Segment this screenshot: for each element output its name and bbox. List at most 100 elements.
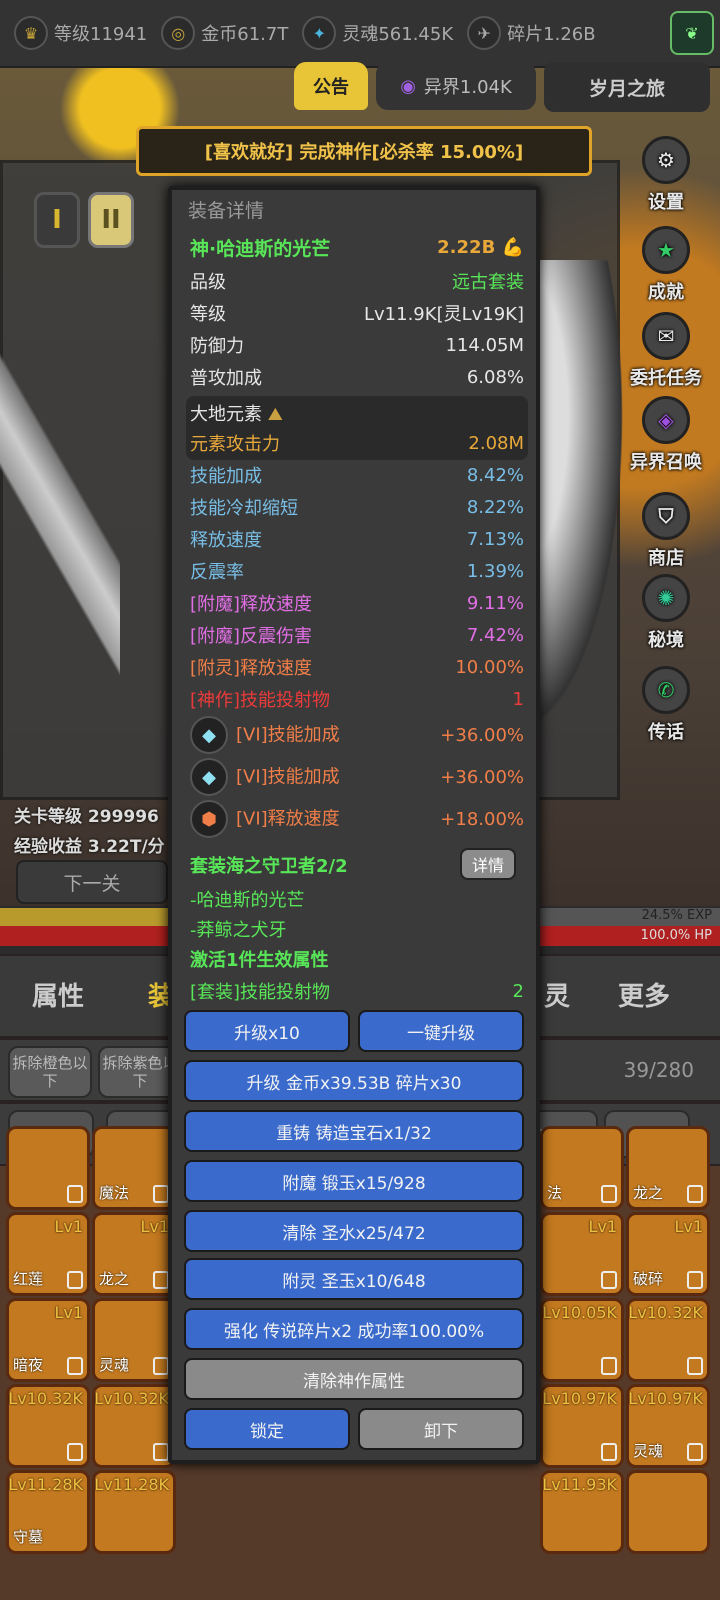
inventory-item[interactable]: Lv11.93K [540, 1470, 624, 1554]
side-settings[interactable]: ⚙ 设置 [612, 136, 720, 214]
scroll-icon: ✉ [642, 312, 690, 360]
megaphone-icon: ✆ [642, 666, 690, 714]
stat-row: 元素攻击力 2.08M [190, 432, 524, 456]
xp-bar-fill [0, 908, 172, 926]
inventory-item[interactable]: Lv1 龙之 [92, 1212, 176, 1296]
sword-art [0, 240, 120, 760]
inventory-item[interactable]: Lv1 [540, 1212, 624, 1296]
spirit-button[interactable]: 附灵 圣玉x10/648 [184, 1258, 524, 1300]
inventory-item[interactable]: Lv10.32K [92, 1384, 176, 1468]
lock-icon [67, 1271, 83, 1289]
lock-icon [601, 1185, 617, 1203]
inventory-item[interactable]: Lv11.28K 守墓 [6, 1470, 90, 1554]
reforge-button[interactable]: 重铸 铸造宝石x1/32 [184, 1110, 524, 1152]
enchant-button[interactable]: 附魔 锻玉x15/928 [184, 1160, 524, 1202]
page-tab-1[interactable]: I [34, 192, 80, 248]
page-tab-2[interactable]: II [88, 192, 134, 248]
lock-icon [687, 1443, 703, 1461]
side-message[interactable]: ✆ 传话 [612, 666, 720, 744]
one-click-upgrade-button[interactable]: 一键升级 [358, 1010, 524, 1052]
player-level: ♛ 等级11941 [14, 16, 147, 50]
inventory-item[interactable]: Lv1 红莲 [6, 1212, 90, 1296]
set-detail-button[interactable]: 详情 [460, 848, 516, 880]
upgrade-button[interactable]: 升级 金币x39.53B 碎片x30 [184, 1060, 524, 1102]
earth-element-icon: ⛰ [267, 404, 283, 425]
lock-icon [687, 1271, 703, 1289]
enchant-row: [附魔]释放速度 9.11% [190, 592, 524, 616]
stat-row: 防御力 114.05M [190, 334, 524, 358]
stage-level: 关卡等级 299996 [14, 807, 159, 827]
tab-more[interactable]: 更多 [618, 976, 670, 1013]
notice-tab[interactable]: 公告 [294, 62, 368, 110]
next-stage-button[interactable]: 下一关 [16, 860, 168, 904]
shard-icon: ✈ [467, 16, 502, 50]
lock-icon [601, 1357, 617, 1375]
inventory-item[interactable]: Lv10.05K [540, 1298, 624, 1382]
stat-row: 技能冷却缩短 8.22% [190, 496, 524, 520]
stat-row: 反震率 1.39% [190, 560, 524, 584]
otherworld-tab[interactable]: ◉ 异界1.04K [376, 62, 536, 110]
stat-row: 释放速度 7.13% [190, 528, 524, 552]
lock-icon [153, 1357, 169, 1375]
leaf-button[interactable]: ❦ [670, 11, 714, 55]
inventory-item[interactable]: Lv10.32K [6, 1384, 90, 1468]
side-commissions[interactable]: ✉ 委托任务 [612, 312, 720, 390]
inventory-item[interactable]: Lv10.97K [540, 1384, 624, 1468]
stat-row: 普攻加成 6.08% [190, 366, 524, 390]
remove-orange-button[interactable]: 拆除橙色以下 [8, 1046, 92, 1098]
inventory-item[interactable]: 魔法 [92, 1126, 176, 1210]
star-icon: ★ [642, 226, 690, 274]
announcement-banner: [喜欢就好] 完成神作[必杀率 15.00%] [136, 126, 592, 176]
inventory-count: 39/280 [623, 1058, 694, 1082]
gem-row: ◆ [VI]技能加成 +36.00% [190, 714, 524, 756]
stat-row: 等级 Lv11.9K[灵Lv19K] [190, 304, 524, 325]
lock-icon [67, 1185, 83, 1203]
lock-icon [153, 1271, 169, 1289]
set-bonus-row: [套装]技能投射物 2 [190, 980, 524, 1004]
journey-tab[interactable]: 岁月之旅 [544, 62, 710, 112]
side-secret-realm[interactable]: ✺ 秘境 [612, 574, 720, 652]
side-achievements[interactable]: ★ 成就 [612, 226, 720, 304]
strengthen-button[interactable]: 强化 传说碎片x2 成功率100.00% [184, 1308, 524, 1350]
lock-icon [153, 1443, 169, 1461]
item-power: 2.22B 💪 [437, 236, 524, 258]
item-header: 神·哈迪斯的光芒 2.22B 💪 [190, 232, 524, 262]
side-summon[interactable]: ◈ 异界召唤 [612, 396, 720, 474]
lock-icon [601, 1443, 617, 1461]
leaf-icon: ❦ [670, 11, 714, 55]
side-shop[interactable]: ⛉ 商店 [612, 492, 720, 570]
soul-currency: ✦ 灵魂561.45K [302, 16, 453, 50]
set-item-row: -哈迪斯的光芒 [190, 890, 305, 911]
lock-button[interactable]: 锁定 [184, 1408, 350, 1450]
inventory-item[interactable]: Lv1 破碎 [626, 1212, 710, 1296]
xp-text: 24.5% EXP [641, 908, 712, 923]
inventory-item[interactable] [6, 1126, 90, 1210]
inventory-item[interactable]: Lv11.28K [92, 1470, 176, 1554]
stat-row: 技能加成 8.42% [190, 464, 524, 488]
inventory-item[interactable]: 龙之 [626, 1126, 710, 1210]
inventory-item[interactable]: 法 [540, 1126, 624, 1210]
realm-icon: ✺ [642, 574, 690, 622]
artifact-row: [神作]技能投射物 1 [190, 688, 524, 712]
spirit-row: [附灵]释放速度 10.00% [190, 656, 524, 680]
inventory-item[interactable]: Lv1 暗夜 [6, 1298, 90, 1382]
portal-icon: ◉ [400, 75, 416, 97]
stat-row: 品级 远古套装 [190, 272, 524, 293]
modal-title: 装备详情 [188, 200, 265, 222]
item-name: 神·哈迪斯的光芒 [190, 237, 331, 260]
inventory-item[interactable] [626, 1470, 710, 1554]
lock-icon [67, 1357, 83, 1375]
tab-spirit[interactable]: 灵 [544, 976, 570, 1013]
tab-attributes[interactable]: 属性 [32, 976, 84, 1013]
currency-bar: ♛ 等级11941 ◎ 金币61.7T ✦ 灵魂561.45K ✈ 碎片1.26B ❦ [0, 0, 720, 68]
clear-artifact-button[interactable]: 清除神作属性 [184, 1358, 524, 1400]
stage-info: 关卡等级 299996 经验收益 3.22T/分 [14, 802, 165, 862]
upgrade-x10-button[interactable]: 升级x10 [184, 1010, 350, 1052]
exp-gain: 经验收益 3.22T/分 [14, 837, 165, 857]
clear-button[interactable]: 清除 圣水x25/472 [184, 1210, 524, 1252]
inventory-item[interactable]: 灵魂 [92, 1298, 176, 1382]
inventory-item[interactable]: Lv10.32K [626, 1298, 710, 1382]
coin-icon: ◎ [161, 16, 196, 50]
inventory-item[interactable]: Lv10.97K 灵魂 [626, 1384, 710, 1468]
unequip-button[interactable]: 卸下 [358, 1408, 524, 1450]
